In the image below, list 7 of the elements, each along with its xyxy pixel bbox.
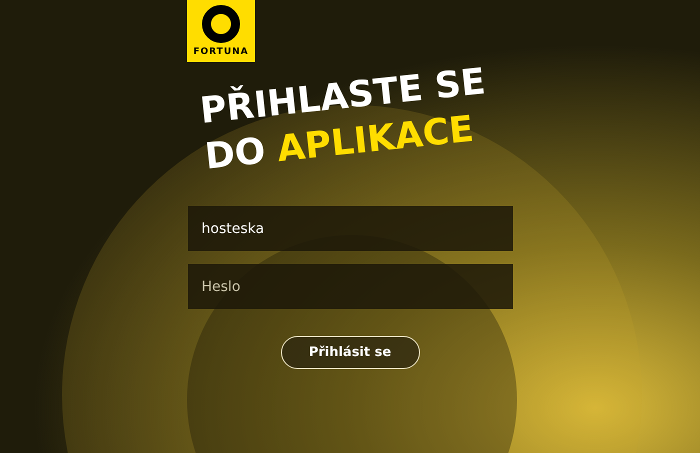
heading-text: DO	[202, 130, 268, 180]
ring-icon	[202, 5, 240, 43]
logo-text: FORTUNA	[193, 46, 249, 59]
username-field[interactable]: hosteska	[188, 206, 512, 251]
login-button[interactable]: Přihlásit se	[280, 336, 420, 369]
fortuna-logo[interactable]: FORTUNA	[187, 0, 255, 62]
password-field[interactable]: Heslo	[188, 264, 512, 309]
